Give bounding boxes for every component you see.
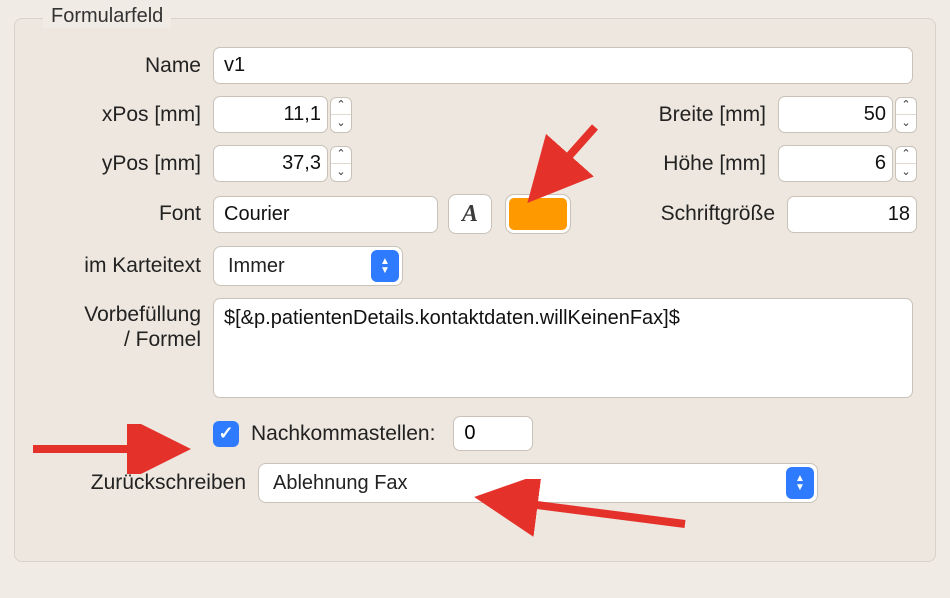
- xpos-input[interactable]: [213, 96, 328, 133]
- row-karteitext: im Karteitext Immer ▲▼: [33, 246, 917, 286]
- label-vorbefuellung-l1: Vorbefüllung: [84, 303, 201, 326]
- row-vorbefuellung: Vorbefüllung / Formel: [33, 298, 917, 398]
- xpos-stepper[interactable]: ⌃ ⌄: [330, 97, 352, 133]
- karteitext-select-value: Immer: [228, 255, 285, 278]
- hoehe-stepper[interactable]: ⌃ ⌄: [895, 146, 917, 182]
- ypos-stepper-wrap: ⌃ ⌄: [213, 145, 352, 182]
- row-name: Name: [33, 47, 917, 84]
- label-hoehe: Höhe [mm]: [628, 152, 778, 176]
- font-a-icon: A: [462, 201, 478, 228]
- label-zurueckschreiben: Zurückschreiben: [33, 471, 258, 495]
- label-name: Name: [33, 53, 213, 78]
- zurueckschreiben-select[interactable]: Ablehnung Fax: [258, 463, 818, 503]
- breite-input[interactable]: [778, 96, 893, 133]
- chevron-up-icon: ⌃: [896, 98, 916, 116]
- font-input[interactable]: [213, 196, 438, 233]
- row-nachkomma: ✓ Nachkommastellen:: [33, 416, 917, 451]
- hoehe-stepper-wrap: ⌃ ⌄: [778, 145, 917, 182]
- vorbefuellung-textarea[interactable]: [213, 298, 913, 398]
- xpos-stepper-wrap: ⌃ ⌄: [213, 96, 352, 133]
- zurueckschreiben-select-value: Ablehnung Fax: [273, 472, 408, 495]
- name-input[interactable]: [213, 47, 913, 84]
- label-breite: Breite [mm]: [628, 103, 778, 127]
- label-font: Font: [33, 201, 213, 226]
- breite-stepper-wrap: ⌃ ⌄: [778, 96, 917, 133]
- label-ypos: yPos [mm]: [33, 151, 213, 176]
- fieldset-legend: Formularfeld: [43, 5, 171, 28]
- label-xpos: xPos [mm]: [33, 102, 213, 127]
- row-font: Font A Schriftgröße: [33, 194, 917, 234]
- breite-stepper[interactable]: ⌃ ⌄: [895, 97, 917, 133]
- chevron-down-icon: ⌄: [331, 164, 351, 181]
- chevron-down-icon: ⌄: [331, 115, 351, 132]
- chevron-down-icon: ⌄: [896, 164, 916, 181]
- ypos-stepper[interactable]: ⌃ ⌄: [330, 146, 352, 182]
- row-zurueckschreiben: Zurückschreiben Ablehnung Fax ▲▼: [33, 463, 917, 503]
- color-swatch[interactable]: [506, 195, 570, 233]
- karteitext-select[interactable]: Immer: [213, 246, 403, 286]
- chevron-up-icon: ⌃: [331, 98, 351, 116]
- ypos-input[interactable]: [213, 145, 328, 182]
- label-vorbefuellung-l2: / Formel: [124, 328, 201, 351]
- schriftgroesse-input[interactable]: [787, 196, 917, 233]
- label-karteitext: im Karteitext: [33, 253, 213, 278]
- hoehe-input[interactable]: [778, 145, 893, 182]
- zurueckschreiben-select-wrap: Ablehnung Fax ▲▼: [258, 463, 818, 503]
- nachkomma-checkbox[interactable]: ✓: [213, 421, 239, 447]
- label-schriftgroesse: Schriftgröße: [637, 202, 787, 226]
- chevron-down-icon: ⌄: [896, 115, 916, 132]
- check-icon: ✓: [218, 423, 233, 444]
- chevron-up-icon: ⌃: [331, 147, 351, 165]
- label-vorbefuellung: Vorbefüllung / Formel: [33, 298, 213, 352]
- font-picker-button[interactable]: A: [448, 194, 492, 234]
- formularfeld-fieldset: Formularfeld Name xPos [mm] ⌃ ⌄ Breite […: [14, 18, 936, 562]
- karteitext-select-wrap: Immer ▲▼: [213, 246, 403, 286]
- row-xpos-breite: xPos [mm] ⌃ ⌄ Breite [mm] ⌃ ⌄: [33, 96, 917, 133]
- label-nachkomma: Nachkommastellen:: [251, 422, 435, 446]
- row-ypos-hoehe: yPos [mm] ⌃ ⌄ Höhe [mm] ⌃ ⌄: [33, 145, 917, 182]
- chevron-up-icon: ⌃: [896, 147, 916, 165]
- nachkomma-input[interactable]: [453, 416, 533, 451]
